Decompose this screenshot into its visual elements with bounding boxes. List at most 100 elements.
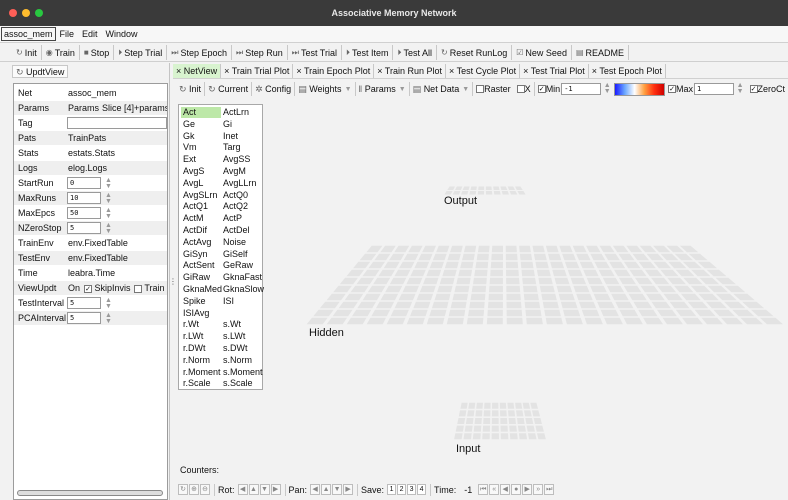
unit-cell[interactable]	[488, 293, 503, 301]
unit-cell[interactable]	[464, 425, 473, 432]
unit-cell[interactable]	[444, 191, 453, 195]
unit-cell[interactable]	[552, 269, 567, 277]
unit-cell[interactable]	[455, 186, 463, 191]
unit-cell[interactable]	[698, 293, 719, 301]
unit-cell[interactable]	[542, 301, 559, 309]
unit-cell[interactable]	[545, 317, 563, 325]
variable-option[interactable]: AvgM	[221, 166, 261, 177]
unit-cell[interactable]	[518, 433, 528, 440]
unit-cell[interactable]	[638, 261, 656, 269]
unit-cell[interactable]	[515, 186, 523, 191]
unit-cell[interactable]	[668, 261, 687, 269]
unit-cell[interactable]	[452, 191, 461, 195]
unit-cell[interactable]	[463, 433, 472, 440]
unit-cell[interactable]	[651, 301, 671, 309]
variable-option[interactable]: ActM	[181, 213, 221, 224]
unit-cell[interactable]	[484, 402, 491, 409]
unit-cell[interactable]	[406, 317, 425, 325]
unit-cell[interactable]	[715, 277, 736, 285]
unit-cell[interactable]	[733, 293, 755, 301]
unit-cell[interactable]	[450, 245, 463, 253]
spinner-icon[interactable]: ▲ ▼	[604, 82, 611, 95]
unit-cell[interactable]	[558, 293, 575, 301]
unit-cell[interactable]	[525, 309, 542, 317]
close-window-icon[interactable]	[9, 9, 17, 17]
splitter-handle-icon[interactable]: ⋮	[169, 277, 177, 286]
param-value[interactable]: estats.Stats	[68, 148, 115, 158]
unit-cell[interactable]	[562, 253, 576, 261]
unit-cell[interactable]	[487, 309, 503, 317]
unit-cell[interactable]	[490, 261, 503, 269]
reset-view-icon[interactable]: ↻	[178, 484, 188, 495]
pan-right-icon[interactable]: ▶	[343, 484, 354, 495]
unit-cell[interactable]	[490, 269, 503, 277]
unit-cell[interactable]	[455, 425, 464, 432]
step-epoch-button[interactable]: ⏭ Step Epoch	[167, 45, 233, 60]
unit-cell[interactable]	[523, 285, 538, 293]
unit-cell[interactable]	[383, 261, 400, 269]
unit-cell[interactable]	[432, 253, 447, 261]
unit-cell[interactable]	[359, 253, 377, 261]
unit-cell[interactable]	[394, 301, 413, 309]
unit-cell[interactable]	[508, 410, 516, 417]
tab-test-trial-plot[interactable]: × Test Trial Plot	[520, 63, 589, 78]
unit-cell[interactable]	[507, 186, 515, 191]
unit-cell[interactable]	[597, 301, 615, 309]
unit-cell[interactable]	[521, 269, 535, 277]
unit-cell[interactable]	[458, 410, 467, 417]
variable-option[interactable]: Targ	[221, 142, 261, 153]
test-all-button[interactable]: ⏵ Test All	[393, 45, 437, 60]
variable-option[interactable]: ActQ0	[221, 190, 261, 201]
menu-app[interactable]: assoc_mem	[1, 27, 56, 41]
unit-cell[interactable]	[506, 301, 522, 309]
unit-cell[interactable]	[559, 245, 573, 253]
unit-cell[interactable]	[638, 309, 658, 317]
spinner-icon[interactable]: ▲ ▼	[105, 297, 112, 310]
param-value[interactable]: assoc_mem	[68, 88, 117, 98]
train-checkbox[interactable]: Train	[134, 283, 165, 293]
unit-cell[interactable]	[563, 309, 581, 317]
unit-cell[interactable]	[306, 317, 328, 325]
unit-cell[interactable]	[699, 277, 720, 285]
unit-cell[interactable]	[635, 277, 653, 285]
variable-option[interactable]: AvgSLrn	[181, 190, 221, 201]
variable-option[interactable]: ActDif	[181, 225, 221, 236]
unit-cell[interactable]	[431, 301, 449, 309]
unit-cell[interactable]	[564, 261, 580, 269]
min-checkbox[interactable]: ✓ Min	[535, 82, 562, 96]
unit-cell[interactable]	[548, 253, 562, 261]
variable-option[interactable]: ActDel	[221, 225, 261, 236]
zoom-out-icon[interactable]: ⊖	[200, 484, 210, 495]
unit-cell[interactable]	[732, 309, 755, 317]
tab-train-epoch-plot[interactable]: × Train Epoch Plot	[293, 63, 375, 78]
zoom-window-icon[interactable]	[35, 9, 43, 17]
unit-cell[interactable]	[423, 277, 439, 285]
unit-cell[interactable]	[473, 425, 482, 432]
unit-cell[interactable]	[598, 269, 615, 277]
unit-cell[interactable]	[506, 285, 521, 293]
unit-cell[interactable]	[522, 402, 531, 409]
variable-option[interactable]: ActAvg	[181, 237, 221, 248]
unit-cell[interactable]	[366, 245, 383, 253]
unit-cell[interactable]	[516, 410, 524, 417]
unit-cell[interactable]	[476, 253, 489, 261]
variable-option[interactable]: GiSelf	[221, 249, 261, 260]
train-button[interactable]: ◉ Train	[42, 45, 80, 60]
unit-cell[interactable]	[442, 269, 457, 277]
unit-cell[interactable]	[418, 253, 433, 261]
variable-option[interactable]: AvgS	[181, 166, 221, 177]
unit-cell[interactable]	[491, 245, 503, 253]
unit-cell[interactable]	[612, 245, 629, 253]
unit-cell[interactable]	[477, 245, 490, 253]
unit-cell[interactable]	[367, 285, 386, 293]
variable-option[interactable]: ActQ1	[181, 201, 221, 212]
unit-cell[interactable]	[509, 433, 518, 440]
unit-cell[interactable]	[530, 402, 538, 409]
unit-cell[interactable]	[629, 269, 647, 277]
unit-cell[interactable]	[389, 253, 405, 261]
variable-option[interactable]: s.LWt	[221, 331, 261, 342]
unit-cell[interactable]	[475, 261, 489, 269]
unit-cell[interactable]	[623, 285, 642, 293]
tab-train-trial-plot[interactable]: × Train Trial Plot	[221, 63, 294, 78]
unit-cell[interactable]	[346, 269, 365, 277]
